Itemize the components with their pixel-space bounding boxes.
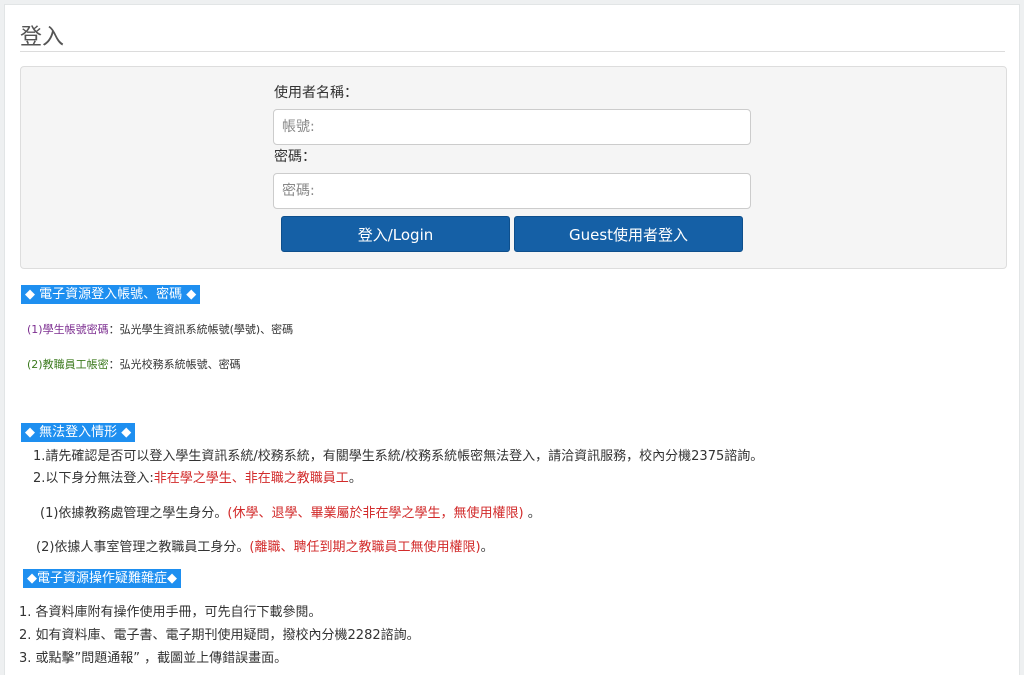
staff-account-label: (2)教職員工帳密 [27, 358, 109, 371]
login-issue-line-2-suffix: 。 [348, 471, 362, 486]
staff-account-text: ：弘光校務系統帳號、密碼 [108, 358, 241, 371]
login-issue-sub-2-suffix: 。 [480, 540, 494, 555]
student-account-note: (1)學生帳號密碼：弘光學生資訊系統帳號(學號)、密碼 [27, 321, 293, 337]
login-button[interactable]: 登入/Login [281, 216, 510, 252]
login-issue-sub-1-suffix: 。 [523, 506, 541, 521]
student-account-label: (1)學生帳號密碼 [27, 323, 109, 336]
username-label: 使用者名稱： [274, 85, 358, 101]
login-issue-line-2: 2.以下身分無法登入:非在學之學生、非在職之教職員工。 [33, 467, 362, 486]
login-issue-line-2-red: 非在學之學生、非在職之教職員工 [153, 471, 349, 486]
login-issue-sub-2-prefix: (2)依據人事室管理之教職員工身分。 [36, 540, 250, 555]
login-panel: 使用者名稱： 密碼： 登入/Login Guest使用者登入 [20, 66, 1007, 269]
page-container: 登入 使用者名稱： 密碼： 登入/Login Guest使用者登入 ◆ 電子資源… [4, 4, 1020, 675]
login-issue-line-2-prefix: 2.以下身分無法登入: [33, 471, 154, 486]
login-issue-line-1: 1.請先確認是否可以登入學生資訊系統/校務系統，有關學生系統/校務系統帳密無法登… [33, 449, 764, 464]
login-issue-sub-1: (1)依據教務處管理之學生身分。(休學、退學、畢業屬於非在學之學生，無使用權限)… [40, 502, 541, 521]
login-issue-sub-2: (2)依據人事室管理之教職員工身分。(離職、聘任到期之教職員工無使用權限)。 [36, 536, 494, 555]
student-account-text: ：弘光學生資訊系統帳號(學號)、密碼 [108, 323, 294, 336]
username-input[interactable] [273, 109, 751, 145]
login-issue-sub-2-red: (離職、聘任到期之教職員工無使用權限) [249, 540, 481, 555]
password-input[interactable] [273, 173, 751, 209]
login-issue-sub-1-red: (休學、退學、畢業屬於非在學之學生，無使用權限) [227, 506, 524, 521]
login-issue-sub-1-prefix: (1)依據教務處管理之學生身分。 [40, 506, 228, 521]
troubleshoot-line-2: 2. 如有資料庫、電子書、電子期刊使用疑問，撥校內分機2282諮詢。 [19, 628, 420, 643]
title-divider [20, 51, 1005, 52]
guest-login-button[interactable]: Guest使用者登入 [514, 216, 743, 252]
page-title: 登入 [20, 25, 65, 50]
section-heading-login-issues: ◆ 無法登入情形 ◆ [21, 423, 136, 442]
staff-account-note: (2)教職員工帳密：弘光校務系統帳號、密碼 [27, 356, 241, 372]
password-label: 密碼： [274, 149, 316, 165]
troubleshoot-line-3: 3. 或點擊”問題通報” ，截圖並上傳錯誤畫面。 [19, 651, 288, 666]
section-heading-account: ◆ 電子資源登入帳號、密碼 ◆ [21, 285, 201, 304]
troubleshoot-line-1: 1. 各資料庫附有操作使用手冊，可先自行下載參閱。 [19, 605, 322, 620]
section-heading-troubleshooting: ◆電子資源操作疑難雜症◆ [23, 569, 181, 588]
